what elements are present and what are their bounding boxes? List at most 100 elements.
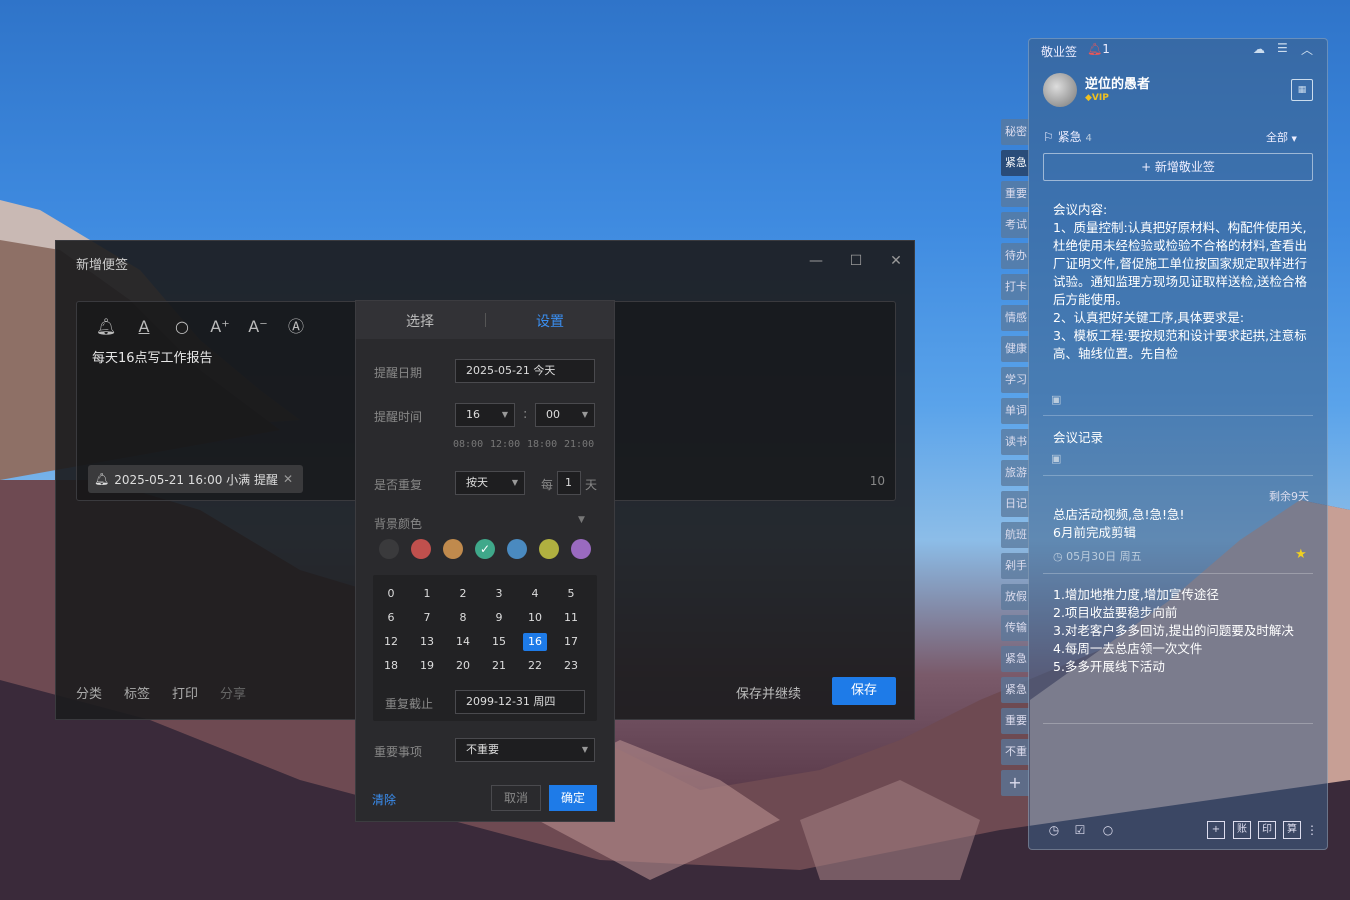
side-category-tab[interactable]: 待办 xyxy=(1001,243,1029,269)
hour-option[interactable]: 6 xyxy=(379,609,403,627)
side-category-tab[interactable]: 航班 xyxy=(1001,522,1029,548)
account-icon[interactable]: 账 xyxy=(1233,821,1251,839)
menu-icon[interactable]: ☰ xyxy=(1277,41,1288,55)
print-link[interactable]: 打印 xyxy=(172,683,198,702)
hour-option[interactable]: 18 xyxy=(379,657,403,675)
save-continue-button[interactable]: 保存并继续 xyxy=(736,683,801,702)
importance-select[interactable]: 不重要 ▼ xyxy=(455,738,595,762)
username[interactable]: 逆位的愚者 xyxy=(1085,73,1150,92)
maximize-icon[interactable]: ☐ xyxy=(846,251,866,271)
category-header[interactable]: ⚐ 紧急 4 xyxy=(1043,128,1092,145)
side-category-tab[interactable]: 重要 xyxy=(1001,181,1029,207)
remind-date-field[interactable]: 2025-05-21 今天 xyxy=(455,359,595,383)
confirm-button[interactable]: 确定 xyxy=(549,785,597,811)
search-icon[interactable]: ○ xyxy=(171,316,193,338)
hour-option[interactable]: 11 xyxy=(559,609,583,627)
side-category-tab[interactable]: 紧急 xyxy=(1001,150,1029,176)
side-category-tab[interactable]: 考试 xyxy=(1001,212,1029,238)
quick-time-1200[interactable]: 12:00 xyxy=(490,439,520,450)
side-category-tab[interactable]: 放假 xyxy=(1001,584,1029,610)
save-button[interactable]: 保存 xyxy=(832,677,896,705)
minimize-icon[interactable]: — xyxy=(806,251,826,271)
close-icon[interactable]: ✕ xyxy=(886,251,906,271)
hour-option[interactable]: 8 xyxy=(451,609,475,627)
category-link[interactable]: 分类 xyxy=(76,683,102,702)
cancel-button[interactable]: 取消 xyxy=(491,785,541,811)
more-icon[interactable]: ⋮ xyxy=(1303,821,1321,839)
hour-option[interactable]: 10 xyxy=(523,609,547,627)
side-category-tab[interactable]: 传输 xyxy=(1001,615,1029,641)
side-category-tab[interactable]: 重要 xyxy=(1001,708,1029,734)
hour-option[interactable]: 17 xyxy=(559,633,583,651)
add-category-icon[interactable]: + xyxy=(1001,770,1029,796)
reminder-chip[interactable]: 🔔︎ 2025-05-21 16:00 小满 提醒 ✕ xyxy=(88,465,304,493)
star-icon[interactable]: ★ xyxy=(1295,547,1307,562)
hour-option[interactable]: 12 xyxy=(379,633,403,651)
hour-option[interactable]: 3 xyxy=(487,585,511,603)
repeat-select[interactable]: 按天 ▼ xyxy=(455,471,525,495)
quick-time-2100[interactable]: 21:00 xyxy=(564,439,594,450)
font-decrease-icon[interactable]: A⁻ xyxy=(247,316,269,338)
minute-select[interactable]: 00 ▼ xyxy=(535,403,595,427)
side-category-tab[interactable]: 单词 xyxy=(1001,398,1029,424)
bg-color-swatch[interactable] xyxy=(507,539,527,559)
hour-option[interactable]: 19 xyxy=(415,657,439,675)
avatar[interactable] xyxy=(1043,73,1077,107)
side-category-tab[interactable]: 学习 xyxy=(1001,367,1029,393)
remove-reminder-icon[interactable]: ✕ xyxy=(283,472,293,486)
note-2-text[interactable]: 会议记录 xyxy=(1053,429,1103,447)
bg-color-swatch[interactable] xyxy=(411,539,431,559)
notification-bell[interactable]: 🔔︎1 xyxy=(1087,42,1110,56)
add-icon[interactable]: + xyxy=(1207,821,1225,839)
quick-time-0800[interactable]: 08:00 xyxy=(453,439,483,450)
note-3-text[interactable]: 总店活动视频,急!急!急! 6月前完成剪辑 xyxy=(1053,506,1185,542)
hour-option[interactable]: 15 xyxy=(487,633,511,651)
side-category-tab[interactable]: 紧急 xyxy=(1001,677,1029,703)
hour-option[interactable]: 4 xyxy=(523,585,547,603)
calculator-icon[interactable]: 算 xyxy=(1283,821,1301,839)
tag-link[interactable]: 标签 xyxy=(124,683,150,702)
hour-option[interactable]: 2 xyxy=(451,585,475,603)
hour-select[interactable]: 16 ▼ xyxy=(455,403,515,427)
hour-option[interactable]: 16 xyxy=(523,633,547,651)
hour-option[interactable]: 9 xyxy=(487,609,511,627)
side-category-tab[interactable]: 日记 xyxy=(1001,491,1029,517)
side-category-tab[interactable]: 剁手 xyxy=(1001,553,1029,579)
hour-option[interactable]: 23 xyxy=(559,657,583,675)
bg-color-swatch[interactable] xyxy=(539,539,559,559)
side-category-tab[interactable]: 紧急 xyxy=(1001,646,1029,672)
side-category-tab[interactable]: 情感 xyxy=(1001,305,1029,331)
side-category-tab[interactable]: 打卡 xyxy=(1001,274,1029,300)
side-category-tab[interactable]: 读书 xyxy=(1001,429,1029,455)
hour-option[interactable]: 13 xyxy=(415,633,439,651)
hour-option[interactable]: 0 xyxy=(379,585,403,603)
hour-option[interactable]: 5 xyxy=(559,585,583,603)
collapse-icon[interactable]: ︿ xyxy=(1301,41,1313,58)
bg-color-swatch[interactable] xyxy=(443,539,463,559)
new-note-button[interactable]: + 新增敬业签 xyxy=(1043,153,1313,181)
hour-option[interactable]: 21 xyxy=(487,657,511,675)
side-category-tab[interactable]: 旅游 xyxy=(1001,460,1029,486)
hour-option[interactable]: 7 xyxy=(415,609,439,627)
chevron-down-icon[interactable]: ▼ xyxy=(578,515,585,525)
format-clear-icon[interactable]: Ⓐ xyxy=(285,316,307,338)
side-category-tab[interactable]: 不重 xyxy=(1001,739,1029,765)
repeat-until-field[interactable]: 2099-12-31 周四 xyxy=(455,690,585,714)
hour-option[interactable]: 20 xyxy=(451,657,475,675)
bg-color-swatch[interactable]: ✓ xyxy=(475,539,495,559)
font-increase-icon[interactable]: A⁺ xyxy=(209,316,231,338)
side-category-tab[interactable]: 秘密 xyxy=(1001,119,1029,145)
bell-icon[interactable]: 🔔︎ xyxy=(95,316,117,338)
side-category-tab[interactable]: 健康 xyxy=(1001,336,1029,362)
clear-button[interactable]: 清除 xyxy=(372,791,396,808)
calendar-icon[interactable]: ▦ xyxy=(1291,79,1313,101)
hour-option[interactable]: 14 xyxy=(451,633,475,651)
hour-option[interactable]: 22 xyxy=(523,657,547,675)
filter-select[interactable]: 全部 ▼ xyxy=(1266,129,1297,145)
every-input[interactable]: 1 xyxy=(557,471,581,495)
clock-icon[interactable]: ◷ xyxy=(1045,821,1063,839)
cloud-icon[interactable]: ☁ xyxy=(1253,42,1265,56)
check-icon[interactable]: ☑ xyxy=(1071,821,1089,839)
bg-color-swatch[interactable] xyxy=(379,539,399,559)
search-icon[interactable]: ○ xyxy=(1099,821,1117,839)
